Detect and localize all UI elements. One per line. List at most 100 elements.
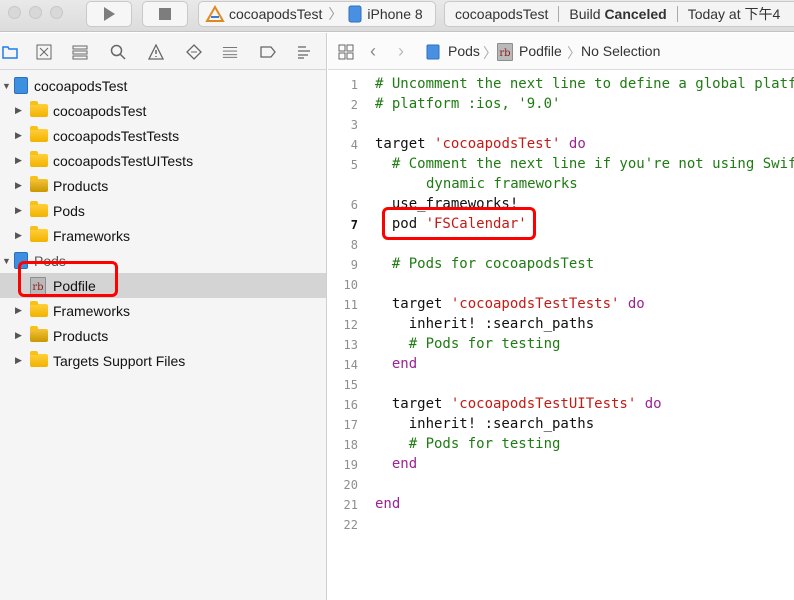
line-number: 22 xyxy=(343,518,358,532)
folder-icon xyxy=(30,301,48,317)
debug-navigator-icon[interactable] xyxy=(222,44,238,60)
tree-item-label: cocoapodsTestUITests xyxy=(53,152,194,169)
activity-divider xyxy=(558,6,560,22)
line-number: 16 xyxy=(343,398,358,412)
disclosure-closed-icon[interactable]: ▶ xyxy=(15,230,22,241)
breadcrumb-separator-icon: 〉 xyxy=(567,45,581,61)
line-number: 14 xyxy=(343,358,358,372)
breakpoint-navigator-icon[interactable] xyxy=(260,44,276,60)
xcode-app-icon xyxy=(205,5,225,22)
tree-item-group[interactable]: ▶ Products xyxy=(0,323,326,348)
line-number: 21 xyxy=(343,498,358,512)
disclosure-open-icon[interactable]: ▼ xyxy=(2,81,11,91)
disclosure-closed-icon[interactable]: ▶ xyxy=(15,355,22,366)
related-items-grid-icon[interactable] xyxy=(338,44,354,60)
device-name: iPhone 8 xyxy=(367,6,423,22)
stop-button[interactable] xyxy=(142,1,188,27)
activity-project: cocoapodsTest xyxy=(455,6,549,22)
line-number: 1 xyxy=(350,78,358,92)
disclosure-closed-icon[interactable]: ▶ xyxy=(15,130,22,141)
warning-icon[interactable] xyxy=(148,44,164,60)
disclosure-closed-icon[interactable]: ▶ xyxy=(15,205,22,216)
code-line: # Comment the next line if you're not us… xyxy=(375,156,794,172)
code-line: target 'cocoapodsTest' do xyxy=(375,136,586,152)
line-number: 2 xyxy=(350,98,358,112)
disclosure-closed-icon[interactable]: ▶ xyxy=(15,180,22,191)
code-line: inherit! :search_paths xyxy=(375,316,595,332)
line-number: 10 xyxy=(343,278,358,292)
tree-item-label: Frameworks xyxy=(53,302,131,319)
tree-item-group[interactable]: ▶ cocoapodsTestTests xyxy=(0,123,326,148)
code-line: end xyxy=(375,496,401,512)
folder-icon xyxy=(30,226,48,242)
code-line: # Pods for cocoapodsTest xyxy=(375,256,595,272)
line-number: 13 xyxy=(343,338,358,352)
tree-item-group[interactable]: ▶ Targets Support Files xyxy=(0,348,326,373)
stop-icon xyxy=(159,8,171,20)
disclosure-closed-icon[interactable]: ▶ xyxy=(15,105,22,116)
line-number: 12 xyxy=(343,318,358,332)
tree-item-label: cocoapodsTest xyxy=(53,102,147,119)
line-number: 6 xyxy=(350,198,358,212)
iphone-device-icon xyxy=(348,5,362,23)
tree-item-label: Pods xyxy=(53,202,85,219)
scheme-separator-icon: 〉 xyxy=(328,6,343,22)
tree-item-label: cocoapodsTestTests xyxy=(53,127,180,144)
test-navigator-icon[interactable] xyxy=(186,44,202,60)
line-number: 5 xyxy=(350,158,358,172)
tree-item-group[interactable]: ▶ Frameworks xyxy=(0,223,326,248)
back-arrow-icon[interactable]: ‹ xyxy=(370,41,376,62)
forward-arrow-icon[interactable]: › xyxy=(398,41,404,62)
breadcrumb-project[interactable]: Pods xyxy=(448,43,480,59)
pod-line-highlight-box xyxy=(382,207,536,240)
tree-item-project-root[interactable]: ▼ cocoapodsTest xyxy=(0,73,326,98)
scheme-name: cocoapodsTest xyxy=(229,6,323,22)
close-window-button[interactable] xyxy=(8,6,21,19)
folder-icon xyxy=(30,101,48,117)
folder-icon xyxy=(30,126,48,142)
products-folder-icon xyxy=(30,176,48,192)
line-number: 20 xyxy=(343,478,358,492)
disclosure-open-icon[interactable]: ▼ xyxy=(2,256,11,266)
tree-item-group[interactable]: ▶ cocoapodsTest xyxy=(0,98,326,123)
project-navigator: ▼ cocoapodsTest ▶ cocoapodsTest ▶ cocoap… xyxy=(0,33,327,600)
navigator-selector-bar xyxy=(0,33,326,70)
code-line: # platform :ios, '9.0' xyxy=(375,96,561,112)
zoom-window-button[interactable] xyxy=(50,6,63,19)
breadcrumb-separator-icon: 〉 xyxy=(483,45,497,61)
code-line: end xyxy=(375,456,418,472)
search-icon[interactable] xyxy=(110,44,126,60)
folder-navigator-icon[interactable] xyxy=(2,44,18,60)
source-editor[interactable]: 1 2 3 4 5 6 7 8 9 10 11 12 13 14 15 16 1… xyxy=(328,71,794,600)
report-navigator-icon[interactable] xyxy=(296,44,312,60)
xcode-project-icon xyxy=(14,77,28,94)
code-line: # Uncomment the next line to define a gl… xyxy=(375,76,794,92)
code-line: target 'cocoapodsTestUITests' do xyxy=(375,396,662,412)
line-number: 17 xyxy=(343,418,358,432)
disclosure-closed-icon[interactable]: ▶ xyxy=(15,305,22,316)
scheme-selector[interactable]: cocoapodsTest 〉 iPhone 8 xyxy=(198,1,436,27)
tree-item-group[interactable]: ▶ Frameworks xyxy=(0,298,326,323)
minimize-window-button[interactable] xyxy=(29,6,42,19)
run-button[interactable] xyxy=(86,1,132,27)
symbol-navigator-icon[interactable] xyxy=(72,44,88,60)
breadcrumb-file[interactable]: Podfile xyxy=(519,43,562,59)
line-number: 19 xyxy=(343,458,358,472)
activity-viewer: cocoapodsTest Build Canceled Today at 下午… xyxy=(444,1,794,27)
line-number: 3 xyxy=(350,118,358,132)
line-number: 9 xyxy=(350,258,358,272)
source-control-icon[interactable] xyxy=(36,44,52,60)
podfile-highlight-box xyxy=(18,261,118,297)
code-line: # Pods for testing xyxy=(375,336,561,352)
line-number-current: 7 xyxy=(350,218,358,232)
tree-item-group[interactable]: ▶ Pods xyxy=(0,198,326,223)
folder-icon xyxy=(30,201,48,217)
tree-item-label: Targets Support Files xyxy=(53,352,186,369)
tree-item-group[interactable]: ▶ cocoapodsTestUITests xyxy=(0,148,326,173)
disclosure-closed-icon[interactable]: ▶ xyxy=(15,155,22,166)
tree-item-group[interactable]: ▶ Products xyxy=(0,173,326,198)
disclosure-closed-icon[interactable]: ▶ xyxy=(15,330,22,341)
build-timestamp: Today at 下午4 xyxy=(687,6,781,22)
line-number: 18 xyxy=(343,438,358,452)
breadcrumb-selection[interactable]: No Selection xyxy=(581,43,660,59)
